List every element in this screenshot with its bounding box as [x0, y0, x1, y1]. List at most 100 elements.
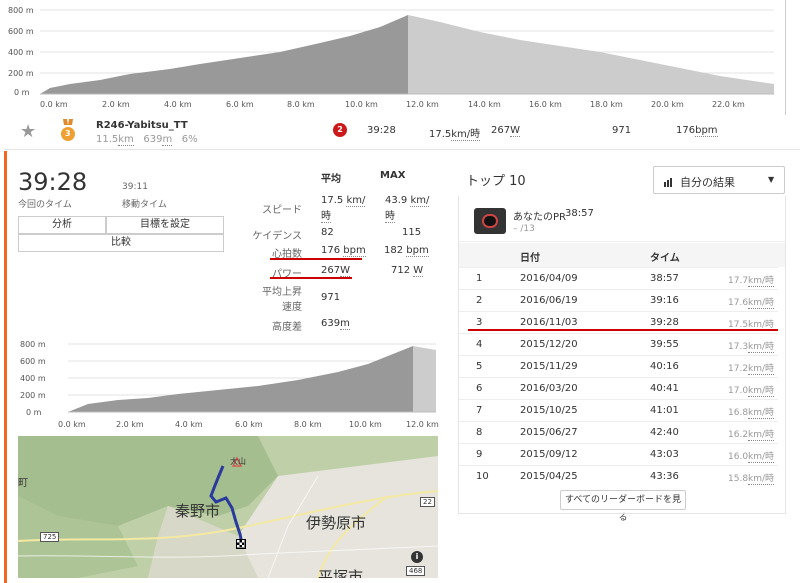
speed-avg: 17.5 km/時	[321, 195, 366, 223]
col-time: タイム	[650, 253, 680, 264]
y-tick: 600 m	[8, 27, 34, 36]
segment-elevation-chart: 800 m 600 m 400 m 200 m 0 m 0.0 km 2.0 k…	[18, 338, 439, 433]
segment-row[interactable]: ★ 3 R246-Yabitsu_TT 11.5km 639m 6% 2 39:…	[4, 117, 800, 150]
vam-label: 平均上昇 速度	[262, 287, 302, 313]
y-tick: 0 m	[14, 88, 30, 97]
road-shield-22: 22	[420, 497, 435, 507]
pr-label: あなたのPR	[513, 212, 566, 223]
row-speed: 17.7km/時	[728, 276, 775, 287]
x-tick: 10.0 km	[345, 100, 378, 109]
x-tick: 0.0 km	[40, 100, 68, 109]
x-tick: 8.0 km	[294, 420, 322, 429]
row-speed: 17.6km/時	[728, 298, 775, 309]
x-tick: 0.0 km	[58, 420, 86, 429]
y-tick: 200 m	[20, 391, 46, 400]
row-rank: 4	[476, 339, 483, 350]
x-tick: 22.0 km	[712, 100, 745, 109]
current-time-label: 今回のタイム	[18, 200, 72, 210]
x-tick: 4.0 km	[164, 100, 192, 109]
row-rank: 10	[476, 471, 489, 482]
bar-chart-icon	[664, 177, 674, 190]
row-time: 39:55	[650, 339, 679, 350]
elevation-area-rest	[408, 15, 774, 94]
segment-name[interactable]: R246-Yabitsu_TT	[96, 120, 188, 131]
row-rank: 5	[476, 361, 483, 372]
leaderboard-filter-dropdown[interactable]: 自分の結果 ▼	[653, 166, 785, 194]
map-info-icon[interactable]: i	[411, 551, 423, 563]
hr-highlight-underline	[270, 258, 362, 260]
row-speed: 17.2km/時	[728, 364, 775, 375]
row-speed: 16.8km/時	[728, 408, 775, 419]
row-speed: 15.8km/時	[728, 474, 775, 485]
row-date: 2016/03/20	[520, 383, 578, 394]
pr-rank: – /13	[513, 224, 535, 234]
row-time: 43:03	[650, 449, 679, 460]
x-tick: 2.0 km	[116, 420, 144, 429]
map-label-oyama: 大山	[230, 457, 246, 466]
pr-time: 38:57	[565, 208, 594, 219]
x-tick: 10.0 km	[349, 420, 382, 429]
row-date: 2015/10/25	[520, 405, 578, 416]
leaderboard-row[interactable]: 2 2016/06/19 39:16 17.6km/時	[458, 289, 778, 311]
row-date: 2016/11/03	[520, 317, 578, 328]
grade-unit: %	[188, 134, 198, 145]
road-shield-468: 468	[406, 566, 426, 576]
row-time: 40:41	[650, 383, 679, 394]
leaderboard-row[interactable]: 9 2015/09/12 43:03 16.0km/時	[458, 443, 778, 465]
row-date: 2015/04/25	[520, 471, 578, 482]
leaderboard-row[interactable]: 1 2016/04/09 38:57 17.7km/時	[458, 267, 778, 289]
leaderboard-table-header: 日付 タイム	[458, 243, 786, 267]
map-terrain	[18, 436, 438, 578]
row-rank: 3	[476, 317, 483, 328]
cadence-max: 115	[402, 227, 422, 238]
stats-header-max: MAX	[380, 170, 406, 181]
row-time: 43:36	[650, 471, 679, 482]
row-speed: 16.2km/時	[728, 430, 775, 441]
y-tick: 200 m	[8, 69, 34, 78]
top-elevation-plot	[40, 9, 774, 95]
rank-badge: 2	[333, 123, 347, 137]
filter-label: 自分の結果	[680, 176, 735, 189]
row-speed: 17.0km/時	[728, 386, 775, 397]
row-highlight-underline	[468, 329, 778, 331]
x-tick: 20.0 km	[651, 100, 684, 109]
y-tick: 800 m	[20, 340, 46, 349]
row-time: 41:01	[650, 405, 679, 416]
leaderboard-row[interactable]: 5 2015/11/29 40:16 17.2km/時	[458, 355, 778, 377]
row-rank: 1	[476, 273, 483, 284]
leaderboard-title: トップ 10	[466, 174, 526, 189]
row-speed: 17.3km/時	[728, 342, 775, 353]
power-highlight-underline	[270, 277, 352, 279]
row-date: 2015/06/27	[520, 427, 578, 438]
medal-icon: 3	[60, 119, 76, 143]
row-time: 39:16	[650, 295, 679, 306]
analysis-button[interactable]: 分析	[18, 216, 106, 234]
segment-elev-gain: 971	[612, 125, 632, 136]
y-tick: 400 m	[20, 374, 46, 383]
leaderboard-row[interactable]: 7 2015/10/25 41:01 16.8km/時	[458, 399, 778, 421]
stats-header-avg: 平均	[321, 174, 341, 185]
vam-value: 971	[321, 292, 341, 303]
segment-time: 39:28	[367, 125, 396, 136]
star-icon[interactable]: ★	[20, 121, 36, 142]
athlete-avatar[interactable]	[474, 208, 506, 234]
set-goal-button[interactable]: 目標を設定	[106, 216, 224, 234]
row-rank: 7	[476, 405, 483, 416]
hr-max: 182 bpm	[384, 245, 429, 257]
y-tick: 600 m	[20, 357, 46, 366]
compare-button[interactable]: 比較	[18, 234, 224, 252]
x-tick: 12.0 km	[406, 420, 439, 429]
view-all-leaderboards-button[interactable]: すべてのリーダーボードを見る	[560, 490, 686, 523]
leaderboard-row[interactable]: 4 2015/12/20 39:55 17.3km/時	[458, 333, 778, 355]
map-label-hadano: 秦野市	[175, 502, 221, 520]
leaderboard-row[interactable]: 6 2016/03/20 40:41 17.0km/時	[458, 377, 778, 399]
x-tick: 6.0 km	[226, 100, 254, 109]
segment-map[interactable]: 大山 秦野市 伊勢原市 平塚市 町 725 22 468 i	[18, 436, 438, 578]
leaderboard-row[interactable]: 8 2015/06/27 42:40 16.2km/時	[458, 421, 778, 443]
row-rank: 8	[476, 427, 483, 438]
leaderboard-row[interactable]: 10 2015/04/25 43:36 15.8km/時	[458, 465, 778, 487]
moving-time-value: 39:11	[122, 182, 148, 192]
rank-badge-text: 2	[337, 125, 343, 134]
x-tick: 18.0 km	[590, 100, 623, 109]
elev-diff-label: 高度差	[272, 322, 302, 333]
